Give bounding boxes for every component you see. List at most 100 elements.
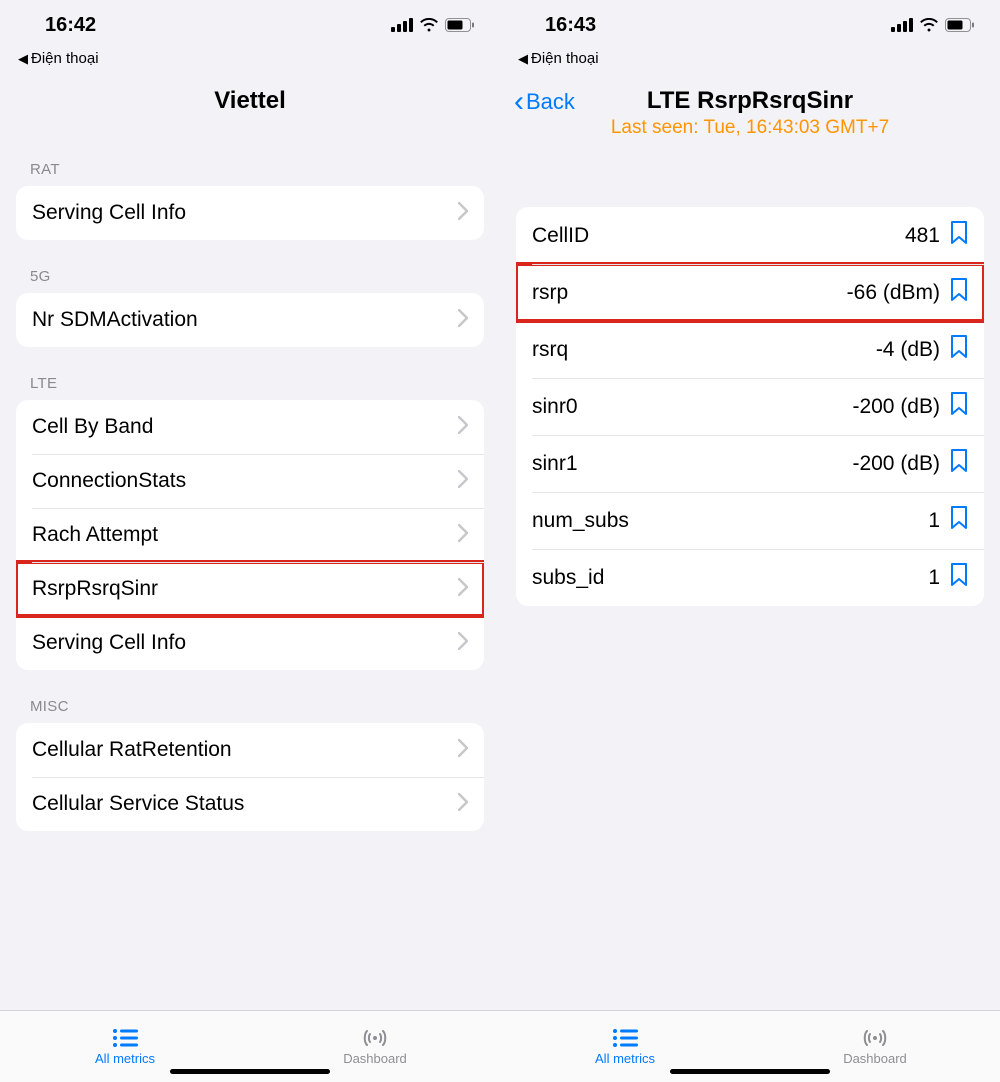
metric-label: sinr1 bbox=[532, 452, 578, 476]
status-bar: 16:43 bbox=[500, 0, 1000, 50]
bookmark-icon[interactable] bbox=[950, 563, 968, 592]
battery-icon bbox=[945, 18, 975, 32]
list-item-label: Rach Attempt bbox=[32, 523, 158, 547]
section-header: 5G bbox=[16, 240, 484, 293]
back-button[interactable]: ‹ Back bbox=[514, 87, 575, 117]
home-indicator[interactable] bbox=[670, 1069, 830, 1074]
breadcrumb-label: Điện thoại bbox=[531, 50, 599, 67]
caret-left-icon: ◀ bbox=[518, 51, 528, 67]
battery-icon bbox=[445, 18, 475, 32]
metric-label: rsrp bbox=[532, 281, 568, 305]
tab-label: Dashboard bbox=[843, 1051, 907, 1066]
chevron-right-icon bbox=[458, 524, 468, 547]
metric-row-num_subs[interactable]: num_subs 1 bbox=[516, 492, 984, 549]
metric-label: subs_id bbox=[532, 566, 604, 590]
chevron-right-icon bbox=[458, 578, 468, 601]
content-left[interactable]: RAT Serving Cell Info 5G Nr SDMActivation LT… bbox=[0, 133, 500, 1010]
chevron-right-icon bbox=[458, 632, 468, 655]
metric-row-rsrp[interactable]: rsrp -66 (dBm) bbox=[516, 264, 984, 321]
bookmark-icon[interactable] bbox=[950, 335, 968, 364]
list-item-label: Nr SDMActivation bbox=[32, 308, 198, 332]
breadcrumb[interactable]: ◀ Điện thoại bbox=[500, 50, 1000, 75]
screen-right: 16:43 ◀ Điện thoại ‹ Back LTE RsrpRsrqSi… bbox=[500, 0, 1000, 1082]
status-icons bbox=[391, 18, 475, 32]
bookmark-icon[interactable] bbox=[950, 449, 968, 478]
bookmark-icon[interactable] bbox=[950, 221, 968, 250]
status-bar: 16:42 bbox=[0, 0, 500, 50]
tab-label: Dashboard bbox=[343, 1051, 407, 1066]
tab-label: All metrics bbox=[95, 1051, 155, 1066]
metrics-panel: CellID481 rsrp -66 (dBm) rsrq -4 (dB) sinr0 -2… bbox=[516, 207, 984, 606]
metric-row-subs_id[interactable]: subs_id 1 bbox=[516, 549, 984, 606]
wifi-icon bbox=[419, 18, 439, 32]
list-item-nr-sdmactivation[interactable]: Nr SDMActivation bbox=[16, 293, 484, 347]
page-subtitle: Last seen: Tue, 16:43:03 GMT+7 bbox=[500, 117, 1000, 139]
chevron-right-icon bbox=[458, 739, 468, 762]
metric-row-sinr1[interactable]: sinr1 -200 (dB) bbox=[516, 435, 984, 492]
list-icon bbox=[112, 1028, 138, 1048]
list-item-rach-attempt[interactable]: Rach Attempt bbox=[16, 508, 484, 562]
status-icons bbox=[891, 18, 975, 32]
metric-value: 481 bbox=[905, 224, 940, 248]
list-item-label: ConnectionStats bbox=[32, 469, 186, 493]
tab-label: All metrics bbox=[595, 1051, 655, 1066]
list-item-label: Serving Cell Info bbox=[32, 201, 186, 225]
status-time: 16:42 bbox=[45, 14, 96, 37]
metric-row-rsrq[interactable]: rsrq -4 (dB) bbox=[516, 321, 984, 378]
list-item-serving-cell-info[interactable]: Serving Cell Info bbox=[16, 186, 484, 240]
list-group: Cellular RatRetention Cellular Service St… bbox=[16, 723, 484, 831]
list-item-label: Cellular RatRetention bbox=[32, 738, 232, 762]
list-item-label: Cellular Service Status bbox=[32, 792, 244, 816]
home-indicator[interactable] bbox=[170, 1069, 330, 1074]
list-item-connectionstats[interactable]: ConnectionStats bbox=[16, 454, 484, 508]
metric-row-cellid[interactable]: CellID481 bbox=[516, 207, 984, 264]
section-header: RAT bbox=[16, 133, 484, 186]
metric-value: -66 (dBm) bbox=[847, 281, 940, 305]
list-group: Nr SDMActivation bbox=[16, 293, 484, 347]
page-header: Viettel bbox=[0, 75, 500, 133]
antenna-icon bbox=[862, 1028, 888, 1048]
cellular-icon bbox=[391, 18, 413, 32]
breadcrumb-label: Điện thoại bbox=[31, 50, 99, 67]
list-item-label: Serving Cell Info bbox=[32, 631, 186, 655]
list-item-rsrprsrqsinr[interactable]: RsrpRsrqSinr bbox=[16, 562, 484, 616]
metric-value: 1 bbox=[928, 509, 940, 533]
metric-value: -4 (dB) bbox=[876, 338, 940, 362]
page-title: Viettel bbox=[0, 87, 500, 115]
list-item-cellular-service-status[interactable]: Cellular Service Status bbox=[16, 777, 484, 831]
metric-label: sinr0 bbox=[532, 395, 578, 419]
list-item-cell-by-band[interactable]: Cell By Band bbox=[16, 400, 484, 454]
breadcrumb[interactable]: ◀ Điện thoại bbox=[0, 50, 500, 75]
metric-label: num_subs bbox=[532, 509, 629, 533]
page-header: ‹ Back LTE RsrpRsrqSinr Last seen: Tue, … bbox=[500, 75, 1000, 157]
antenna-icon bbox=[362, 1028, 388, 1048]
screen-left: 16:42 ◀ Điện thoại Viettel RAT Serving Ce… bbox=[0, 0, 500, 1082]
metric-value: -200 (dB) bbox=[852, 395, 940, 419]
metric-value: 1 bbox=[928, 566, 940, 590]
wifi-icon bbox=[919, 18, 939, 32]
list-group: Serving Cell Info bbox=[16, 186, 484, 240]
status-time: 16:43 bbox=[545, 14, 596, 37]
bookmark-icon[interactable] bbox=[950, 506, 968, 535]
list-item-cellular-ratretention[interactable]: Cellular RatRetention bbox=[16, 723, 484, 777]
chevron-right-icon bbox=[458, 470, 468, 493]
chevron-right-icon bbox=[458, 202, 468, 225]
cellular-icon bbox=[891, 18, 913, 32]
chevron-left-icon: ‹ bbox=[514, 87, 524, 117]
list-icon bbox=[612, 1028, 638, 1048]
content-right[interactable]: CellID481 rsrp -66 (dBm) rsrq -4 (dB) sinr0 -2… bbox=[500, 157, 1000, 1010]
section-header: LTE bbox=[16, 347, 484, 400]
back-label: Back bbox=[526, 89, 575, 115]
bookmark-icon[interactable] bbox=[950, 392, 968, 421]
metric-value: -200 (dB) bbox=[852, 452, 940, 476]
list-item-label: Cell By Band bbox=[32, 415, 153, 439]
section-header: MISC bbox=[16, 670, 484, 723]
list-item-serving-cell-info[interactable]: Serving Cell Info bbox=[16, 616, 484, 670]
chevron-right-icon bbox=[458, 793, 468, 816]
chevron-right-icon bbox=[458, 309, 468, 332]
bookmark-icon[interactable] bbox=[950, 278, 968, 307]
page-title: LTE RsrpRsrqSinr bbox=[500, 87, 1000, 115]
metric-label: rsrq bbox=[532, 338, 568, 362]
metric-row-sinr0[interactable]: sinr0 -200 (dB) bbox=[516, 378, 984, 435]
chevron-right-icon bbox=[458, 416, 468, 439]
